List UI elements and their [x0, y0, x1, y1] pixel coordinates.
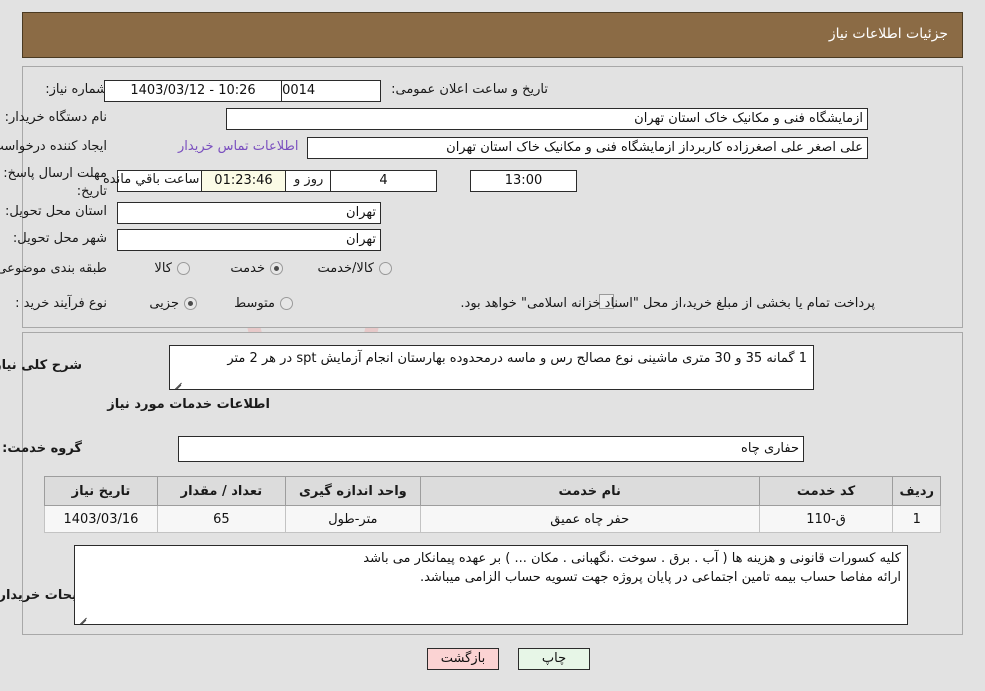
cell-service-code: ق-110 [758, 505, 894, 533]
resize-grip-icon[interactable] [77, 612, 89, 624]
table-row[interactable]: 1 ق-110 حفر چاه عمیق متر-طول 65 1403/03/… [44, 505, 941, 533]
radio-label: جزیی [149, 296, 179, 311]
page-title: جزئیات اطلاعات نیاز [828, 26, 948, 42]
resize-grip-icon[interactable] [172, 377, 184, 389]
radio-circle-icon [379, 262, 392, 275]
print-button[interactable]: چاپ [518, 648, 590, 670]
delivery-city-field[interactable]: تهران [117, 229, 381, 251]
radio-label: کالا [154, 261, 172, 276]
deadline-days-field[interactable]: 4 [330, 170, 437, 192]
general-desc-text: 1 گمانه 35 و 30 متری ماشینی نوع مصالح رس… [227, 351, 807, 366]
radio-label: کالا/خدمت [317, 261, 374, 276]
service-group-field[interactable]: حفاری چاه [178, 436, 804, 462]
announce-datetime-field[interactable]: 1403/03/12 - 10:26 [104, 80, 282, 102]
table-header-row: ردیف کد خدمت نام خدمت واحد اندازه گیری ت… [44, 476, 941, 506]
col-unit: واحد اندازه گیری [284, 476, 421, 506]
radio-label: متوسط [234, 296, 275, 311]
radio-label: خدمت [230, 261, 265, 276]
general-desc-textarea[interactable]: 1 گمانه 35 و 30 متری ماشینی نوع مصالح رس… [169, 345, 814, 390]
buyer-org-label: نام دستگاه خریدار: [4, 110, 107, 125]
purchase-process-label: نوع فرآیند خرید : [15, 296, 107, 311]
delivery-city-label: شهر محل تحویل: [12, 231, 107, 246]
services-table: ردیف کد خدمت نام خدمت واحد اندازه گیری ت… [44, 476, 941, 533]
col-need-date: تاریخ نیاز [44, 476, 158, 506]
cell-unit: متر-طول [284, 505, 421, 533]
buyer-contact-link[interactable]: اطلاعات تماس خریدار [178, 139, 298, 154]
radio-process-medium[interactable]: متوسط [234, 296, 293, 311]
cell-service-name: حفر چاه عمیق [419, 505, 760, 533]
page-root: IranTender.net جزئیات اطلاعات نیاز شماره… [0, 0, 985, 691]
subject-class-label: طبقه بندی موضوعی: [0, 261, 107, 276]
radio-subject-goods[interactable]: کالا [154, 261, 190, 276]
radio-circle-icon [270, 262, 283, 275]
need-number-label: شماره نیاز: [45, 82, 107, 97]
col-service-code: کد خدمت [758, 476, 894, 506]
col-service-name: نام خدمت [419, 476, 760, 506]
buyer-notes-textarea[interactable]: کلیه کسورات قانونی و هزینه ها ( آب . برق… [74, 545, 908, 625]
services-section-title: اطلاعات خدمات مورد نیاز [107, 397, 270, 412]
request-creator-label: ایجاد کننده درخواست: [0, 139, 107, 154]
radio-circle-icon [280, 297, 293, 310]
col-row-no: ردیف [892, 476, 941, 506]
radio-circle-icon [177, 262, 190, 275]
announce-datetime-label: تاریخ و ساعت اعلان عمومی: [391, 82, 548, 97]
islamic-treasury-label: پرداخت تمام یا بخشی از مبلغ خرید،از محل … [460, 296, 875, 311]
radio-circle-icon [184, 297, 197, 310]
need-info-panel [22, 66, 963, 328]
radio-subject-service[interactable]: خدمت [230, 261, 283, 276]
deadline-remaining-field: 01:23:46 [201, 170, 286, 192]
deadline-time-field[interactable]: 13:00 [470, 170, 577, 192]
cell-need-date: 1403/03/16 [44, 505, 158, 533]
deadline-remaining-label: ساعت باقي مانده [103, 172, 200, 187]
cell-quantity: 65 [156, 505, 286, 533]
back-button[interactable]: بازگشت [427, 648, 499, 670]
buyer-notes-line2: ارائه مفاصا حساب بیمه تامین اجتماعی در پ… [419, 570, 901, 585]
cell-row-no: 1 [892, 505, 941, 533]
general-desc-label: شرح کلی نیاز: [0, 358, 82, 373]
delivery-province-label: استان محل تحویل: [5, 204, 107, 219]
buyer-org-field[interactable]: ازمایشگاه فنی و مکانیک خاک استان تهران [226, 108, 868, 130]
page-header: جزئیات اطلاعات نیاز [22, 12, 963, 58]
col-quantity: تعداد / مقدار [156, 476, 286, 506]
request-creator-field[interactable]: علی اصغر علی اصغرزاده کاربرداز ازمایشگاه… [307, 137, 868, 159]
radio-process-minor[interactable]: جزیی [149, 296, 197, 311]
service-group-label: گروه خدمت: [2, 441, 82, 456]
deadline-days-label: روز و [294, 172, 324, 187]
buyer-notes-line1: کلیه کسورات قانونی و هزینه ها ( آب . برق… [363, 551, 901, 566]
delivery-province-field[interactable]: تهران [117, 202, 381, 224]
radio-subject-goods-service[interactable]: کالا/خدمت [317, 261, 392, 276]
deadline-label-line1: مهلت ارسال پاسخ: تا [0, 166, 107, 181]
